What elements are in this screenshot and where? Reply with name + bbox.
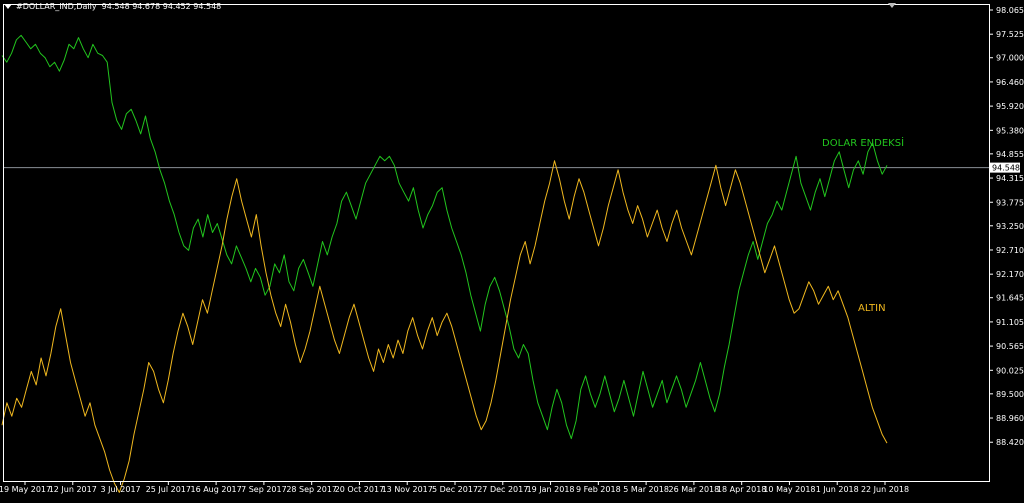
y-tick-label: 94.315 xyxy=(996,174,1024,183)
y-tick-label: 95.380 xyxy=(996,126,1024,135)
y-tick-label: 94.855 xyxy=(996,150,1024,159)
symbol-label: #DOLLAR_IND,Daily xyxy=(16,2,97,11)
chart-menu-arrow-icon[interactable] xyxy=(4,4,12,9)
x-tick-label: 10 May 2018 xyxy=(763,485,815,494)
x-tick-label: 18 Apr 2018 xyxy=(717,485,766,494)
y-tick-label: 95.920 xyxy=(996,102,1024,111)
chart-header: #DOLLAR_IND,Daily 94.548 94.678 94.452 9… xyxy=(4,2,221,11)
x-tick-label: 16 Aug 2017 xyxy=(190,485,241,494)
y-tick-label: 90.025 xyxy=(996,366,1024,375)
current-price-label: 94.548 xyxy=(992,164,1020,173)
x-tick-label: 22 Jun 2018 xyxy=(861,485,909,494)
x-tick-label: 7 Sep 2017 xyxy=(241,485,287,494)
y-tick-label: 91.105 xyxy=(996,318,1024,327)
x-tick-label: 5 Dec 2017 xyxy=(432,485,478,494)
x-tick-label: 19 May 2017 xyxy=(0,485,51,494)
x-tick-label: 3 Jul 2017 xyxy=(100,485,140,494)
ohlc-values: 94.548 94.678 94.452 94.548 xyxy=(101,2,222,11)
chart-area[interactable]: 98.065 97.525 97.000 96.460 95.920 95.380 94.8… xyxy=(0,0,1024,499)
y-tick-label: 89.500 xyxy=(996,390,1024,399)
chart-svg: 98.065 97.525 97.000 96.460 95.920 95.380 94.8… xyxy=(0,0,1024,499)
x-tick-label: 25 Jul 2017 xyxy=(146,485,191,494)
y-tick-label: 91.645 xyxy=(996,294,1024,303)
y-tick-label: 93.250 xyxy=(996,222,1024,231)
x-tick-label: 26 Mar 2018 xyxy=(669,485,720,494)
y-tick-label: 92.710 xyxy=(996,246,1024,255)
x-tick-label: 5 Mar 2018 xyxy=(623,485,669,494)
y-tick-label: 88.420 xyxy=(996,438,1024,447)
dollar-annotation-label: DOLAR ENDEKSİ xyxy=(822,136,904,149)
y-tick-label: 96.460 xyxy=(996,78,1024,87)
y-tick-label: 88.960 xyxy=(996,414,1024,423)
y-tick-label: 98.065 xyxy=(996,6,1024,15)
gold-annotation-label: ALTIN xyxy=(858,303,886,314)
x-tick-label: 1 Jun 2018 xyxy=(816,485,859,494)
x-tick-label: 28 Sep 2017 xyxy=(286,485,337,494)
y-tick-label: 92.170 xyxy=(996,270,1024,279)
x-tick-label: 9 Feb 2018 xyxy=(576,485,621,494)
y-tick-label: 93.775 xyxy=(996,198,1024,207)
y-tick-label: 97.000 xyxy=(996,54,1024,63)
shift-marker-icon[interactable] xyxy=(888,3,896,8)
y-tick-label: 90.565 xyxy=(996,342,1024,351)
y-tick-label: 97.525 xyxy=(996,30,1024,39)
x-tick-label: 20 Oct 2017 xyxy=(335,485,384,494)
x-tick-label: 12 Jun 2017 xyxy=(49,485,97,494)
x-tick-label: 13 Nov 2017 xyxy=(382,485,433,494)
x-tick-label: 19 Jan 2018 xyxy=(527,485,575,494)
x-tick-label: 27 Dec 2017 xyxy=(477,485,528,494)
plot-background xyxy=(0,0,1024,499)
